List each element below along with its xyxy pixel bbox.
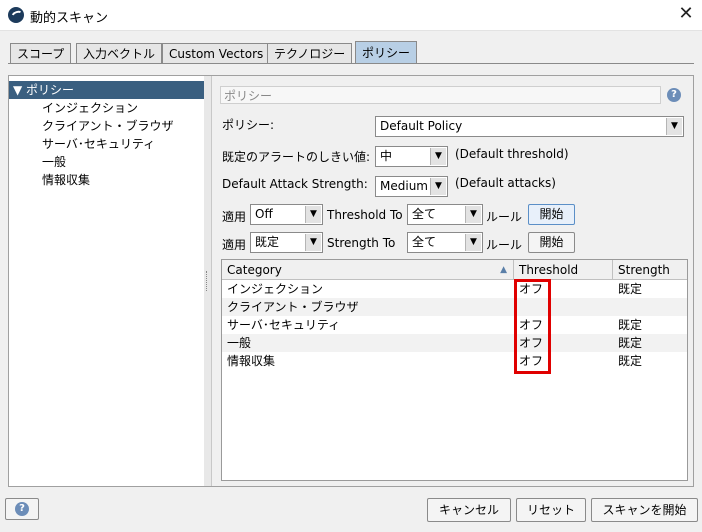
policy-select[interactable]: Default Policy ▼ [375,116,684,137]
help-icon[interactable]: ? [667,88,681,102]
tab-policy[interactable]: ポリシー [355,41,418,64]
apply-strength-value: 既定 [255,235,280,249]
chevron-down-icon: ▼ [465,206,481,223]
cancel-button[interactable]: キャンセル [427,498,511,522]
threshold-note: (Default threshold) [455,147,569,161]
table-row[interactable]: インジェクション オフ 既定 [222,280,687,298]
table-cell-category: サーバ･セキュリティ [227,318,341,332]
tree-item-injection[interactable]: インジェクション [42,99,138,117]
threshold-select[interactable]: 中 ▼ [375,146,448,167]
tree-item-general[interactable]: 一般 [42,153,66,171]
strength-select[interactable]: Medium ▼ [375,176,448,197]
strength-to-label: Strength To [327,236,396,250]
threshold-target-select[interactable]: 全て ▼ [407,204,483,225]
window-title: 動的スキャン [30,11,109,26]
tab-divider [8,63,694,64]
column-header-strength[interactable]: Strength [613,260,687,280]
strength-note: (Default attacks) [455,176,556,190]
chevron-down-icon: ▼ [305,234,321,251]
reset-button[interactable]: リセット [516,498,586,522]
table-row[interactable]: クライアント・ブラウザ [222,298,687,316]
strength-select-value: Medium [380,179,428,193]
strength-target-select[interactable]: 全て ▼ [407,232,483,253]
table-cell-category: 一般 [227,336,252,350]
threshold-rule-label: ルール [486,210,523,224]
threshold-label: 既定のアラートのしきい値: [222,150,371,164]
policy-select-value: Default Policy [380,119,463,133]
apply-strength-label: 適用 [222,238,247,252]
tree-root-policy[interactable]: ▼ ポリシー [9,81,204,99]
table-cell-strength[interactable]: 既定 [613,352,687,370]
table-cell-strength[interactable] [613,298,687,316]
apply-strength-select[interactable]: 既定 ▼ [250,232,323,253]
chevron-down-icon: ▼ [465,234,481,251]
close-icon[interactable]: ✕ [676,4,696,24]
threshold-highlight-box [514,279,551,374]
policy-tree: ▼ ポリシー インジェクション クライアント・ブラウザ サーバ･セキュリティ 一… [9,76,205,486]
threshold-target-value: 全て [412,207,437,221]
chevron-down-icon: ▼ [430,148,446,165]
table-cell-strength[interactable]: 既定 [613,334,687,352]
table-cell-strength[interactable]: 既定 [613,316,687,334]
table-cell-category: 情報収集 [227,354,276,368]
panel-title: ポリシー [220,86,661,104]
chevron-down-icon: ▼ [666,118,682,135]
apply-threshold-value: Off [255,207,273,221]
strength-rule-label: ルール [486,238,523,252]
table-row[interactable]: 情報収集 オフ 既定 [222,352,687,370]
table-cell-category: インジェクション [227,282,324,296]
apply-strength-button[interactable]: 開始 [528,232,575,253]
table-row[interactable]: サーバ･セキュリティ オフ 既定 [222,316,687,334]
table-row[interactable]: 一般 オフ 既定 [222,334,687,352]
split-pane-divider[interactable] [204,76,212,486]
strength-label: Default Attack Strength: [222,177,368,191]
tab-technology[interactable]: テクノロジー [267,43,353,63]
apply-threshold-button[interactable]: 開始 [528,204,575,225]
sort-ascending-icon: ▲ [500,265,507,275]
apply-threshold-select[interactable]: Off ▼ [250,204,323,225]
tab-scope[interactable]: スコープ [10,43,72,63]
apply-threshold-label: 適用 [222,210,247,224]
tab-input-vectors[interactable]: 入力ベクトル [76,43,163,63]
threshold-select-value: 中 [380,149,393,163]
app-logo-icon [8,7,24,23]
category-table: Category ▲ Threshold Strength インジェクション オ… [221,259,688,481]
tree-item-server-security[interactable]: サーバ･セキュリティ [42,135,155,153]
chevron-down-icon: ▼ [430,178,446,195]
table-cell-strength[interactable]: 既定 [613,280,687,298]
help-icon: ? [15,502,29,516]
start-scan-button[interactable]: スキャンを開始 [591,498,698,522]
strength-target-value: 全て [412,235,437,249]
tree-item-client-browser[interactable]: クライアント・ブラウザ [42,117,174,135]
threshold-to-label: Threshold To [327,208,403,222]
table-cell-category: クライアント・ブラウザ [227,300,359,314]
column-header-category-label: Category [227,263,282,277]
column-header-category[interactable]: Category ▲ [222,260,514,280]
tab-custom-vectors[interactable]: Custom Vectors [162,43,271,63]
footer-help-button[interactable]: ? [5,498,39,520]
policy-label: ポリシー: [222,118,275,132]
chevron-down-icon: ▼ [305,206,321,223]
tree-item-info-gathering[interactable]: 情報収集 [42,171,90,189]
column-header-threshold[interactable]: Threshold [514,260,613,280]
